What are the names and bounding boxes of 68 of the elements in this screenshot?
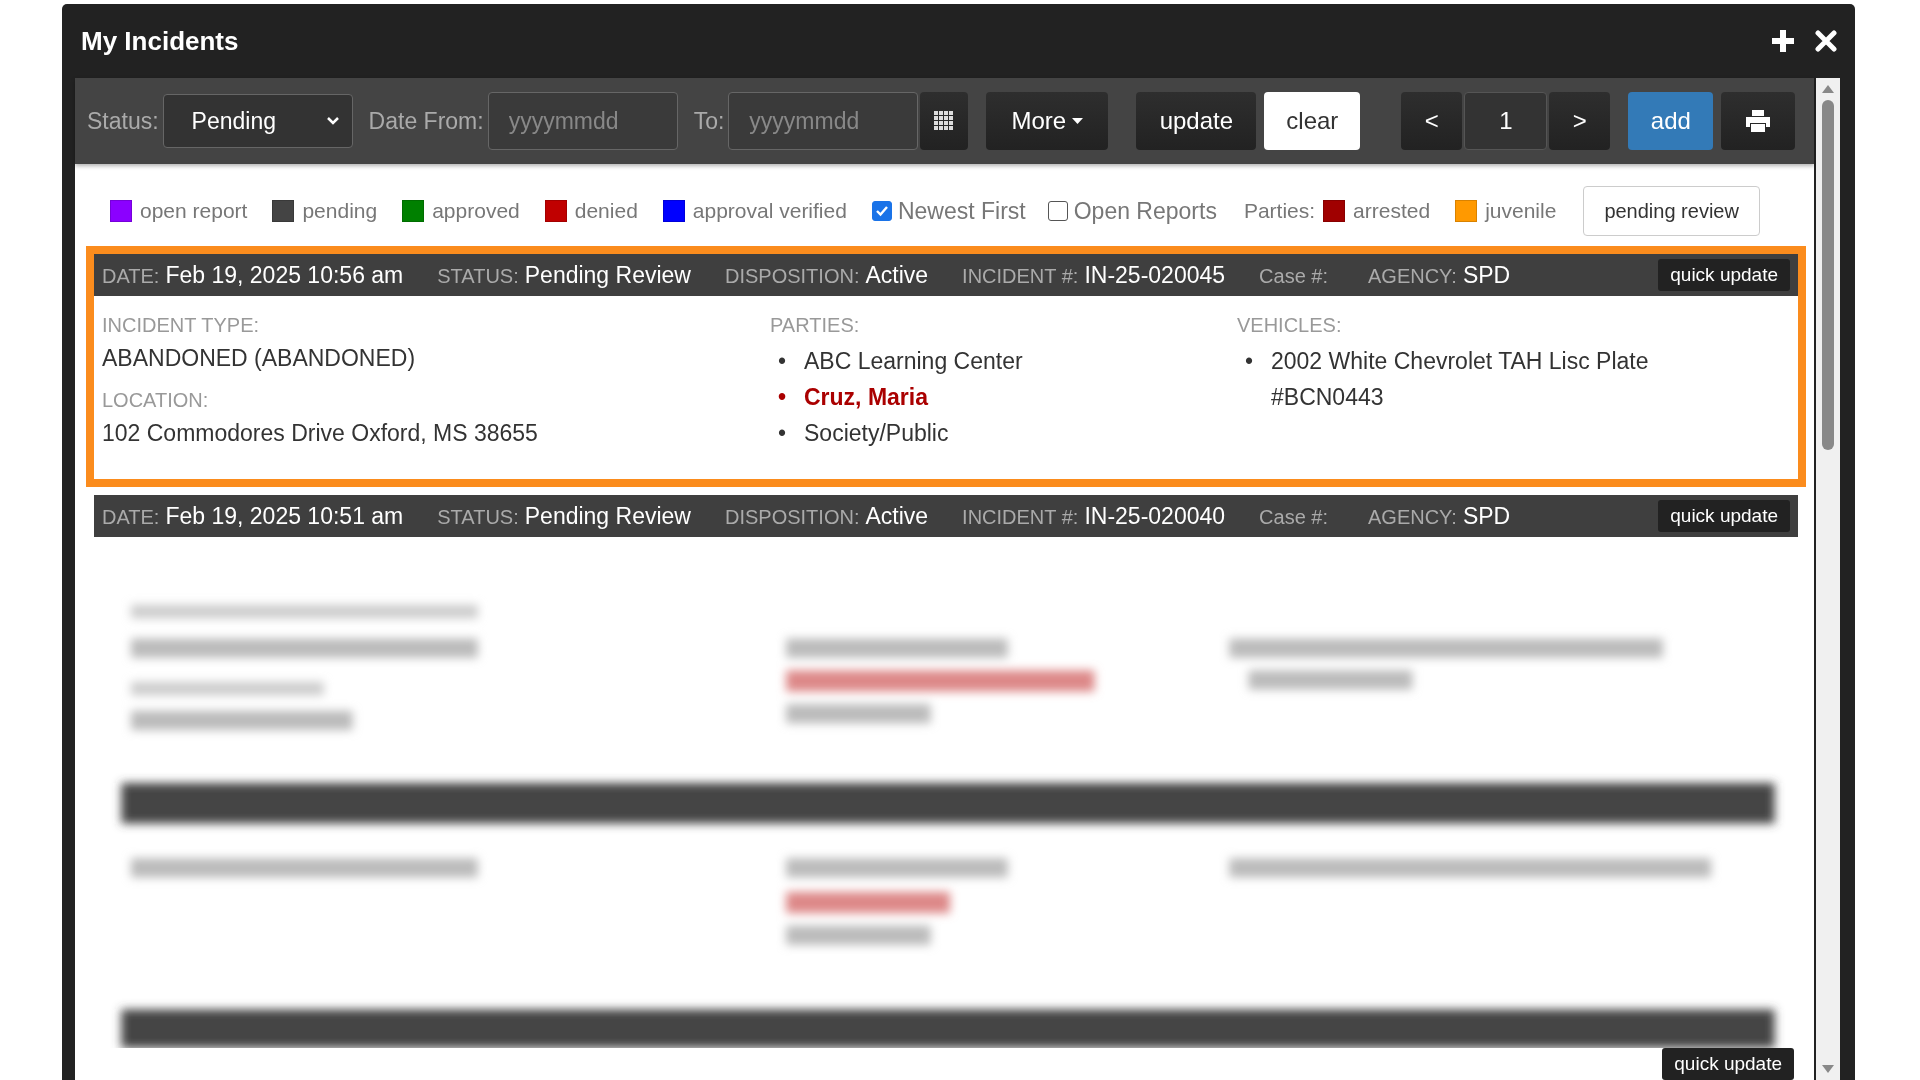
parties-label: Parties: — [1243, 199, 1316, 223]
status-dropdown[interactable]: Pending — [162, 94, 353, 148]
header-field: AGENCY: SPD — [1368, 502, 1511, 530]
party-name: ABC Learning Center — [804, 347, 1023, 376]
caret-icon — [1072, 117, 1084, 125]
quick-update-button[interactable]: quick update — [1658, 500, 1790, 532]
scrollbar[interactable] — [1816, 78, 1840, 1080]
header-field: Case #: — [1259, 502, 1334, 530]
plus-icon[interactable] — [1771, 29, 1795, 53]
clear-button[interactable]: clear — [1264, 92, 1361, 150]
calendar-button[interactable] — [920, 92, 969, 150]
legend-label: pending — [302, 199, 378, 223]
status-label: Status: — [87, 107, 159, 135]
date-to-field[interactable]: yyyymmdd — [728, 92, 919, 150]
quick-update-button[interactable]: quick update — [1662, 1048, 1795, 1080]
legend-label: arrested — [1353, 199, 1431, 223]
incident-type-label: INCIDENT TYPE: — [102, 314, 261, 337]
location-label: LOCATION: — [102, 389, 210, 412]
filter-checkbox[interactable]: Open Reports — [1047, 197, 1217, 225]
date-from-label: Date From: — [368, 107, 484, 135]
to-label: To: — [693, 107, 725, 135]
header-field: DATE: Feb 19, 2025 10:51 am — [102, 502, 404, 530]
scrollbar-thumb[interactable] — [1822, 100, 1834, 450]
legend-label: approval verified — [692, 199, 847, 223]
filter-checkbox[interactable]: Newest First — [871, 197, 1026, 225]
quick-update-button[interactable]: quick update — [1658, 259, 1790, 291]
bullet: • — [778, 419, 788, 448]
header-field: Case #: — [1259, 261, 1334, 289]
bullet: • — [1245, 347, 1255, 376]
previous-page-button[interactable]: < — [1401, 92, 1463, 150]
legend-label: open report — [140, 199, 248, 223]
pending-review-button[interactable]: pending review — [1583, 186, 1760, 236]
bullet: • — [778, 347, 788, 376]
party-name: Society/Public — [804, 419, 949, 448]
incident-type: ABANDONED (ABANDONED) — [102, 344, 417, 373]
calendar-grid-icon — [934, 111, 955, 131]
scroll-up-arrow-icon[interactable] — [1821, 84, 1835, 94]
print-button[interactable] — [1721, 92, 1796, 150]
close-icon[interactable] — [1815, 30, 1837, 52]
next-page-button[interactable]: > — [1549, 92, 1611, 150]
scroll-down-arrow-icon[interactable] — [1821, 1064, 1835, 1074]
legend-label: approved — [432, 199, 520, 223]
bullet: • — [778, 383, 788, 412]
checkmark-icon — [874, 204, 889, 218]
page-number: 1 — [1464, 92, 1548, 150]
date-from-field[interactable]: yyyymmdd — [487, 92, 678, 150]
header-field: STATUS: Pending Review — [437, 502, 691, 530]
header-field: INCIDENT #: IN-25-020045 — [962, 261, 1226, 289]
update-button[interactable]: update — [1136, 92, 1257, 150]
vehicle-item: 2002 White Chevrolet TAH Lisc Plate #BCN0443 — [1271, 347, 1650, 412]
vehicles-heading: VEHICLES: — [1237, 314, 1343, 337]
header-field: AGENCY: SPD — [1368, 261, 1511, 289]
header-field: DISPOSITION: Active — [724, 261, 929, 289]
header-field: INCIDENT #: IN-25-020040 — [962, 502, 1226, 530]
header-field: DISPOSITION: Active — [724, 502, 929, 530]
legend-label: denied — [574, 199, 638, 223]
chevron-down-icon — [325, 116, 340, 126]
header-field: STATUS: Pending Review — [437, 261, 691, 289]
incident-card[interactable] — [86, 246, 1806, 487]
location: 102 Commodores Drive Oxford, MS 38655 — [102, 419, 539, 448]
printer-icon — [1746, 110, 1771, 132]
header-field: DATE: Feb 19, 2025 10:56 am — [102, 261, 404, 289]
add-button[interactable]: add — [1628, 92, 1714, 150]
party-name: Cruz, Maria — [804, 383, 928, 412]
parties-heading: PARTIES: — [770, 314, 861, 337]
window-title: My Incidents — [81, 25, 239, 57]
more-button[interactable]: More — [986, 92, 1109, 150]
legend-label: juvenile — [1485, 199, 1557, 223]
